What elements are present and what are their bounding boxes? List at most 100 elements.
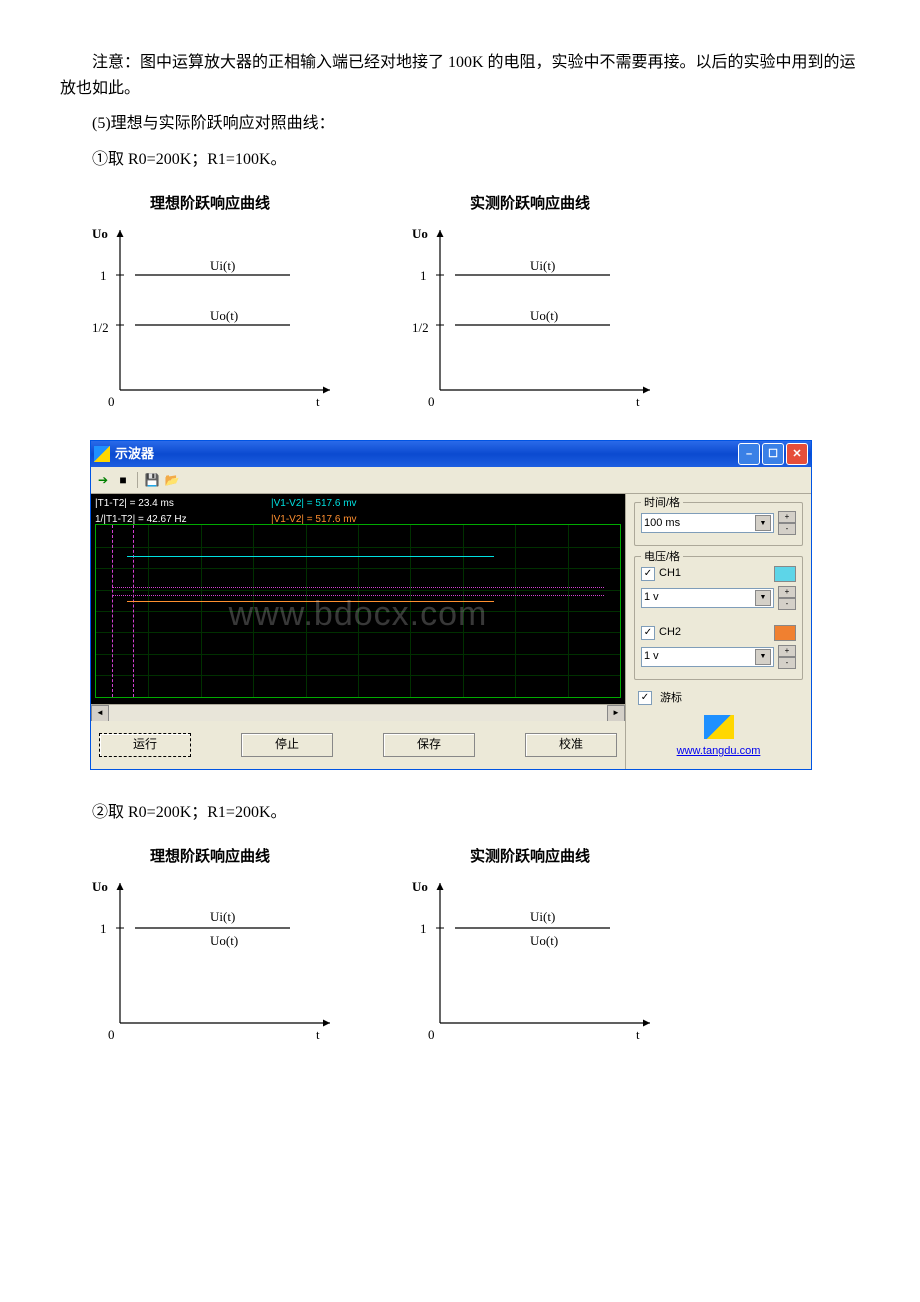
ch2-checkbox[interactable]: ✓ [641,626,655,640]
volt-label: 电压/格 [641,549,683,567]
svg-text:0: 0 [108,394,115,409]
window-titlebar[interactable]: 示波器 – ☐ ✕ [91,441,811,467]
diagram-measured-1: 实测阶跃响应曲线 Uo t 1 1/2 0 Ui(t) Uo(t) [400,192,660,410]
svg-text:1: 1 [100,268,107,283]
svg-text:1/2: 1/2 [412,320,429,335]
paragraph-note: 注意：图中运算放大器的正相输入端已经对地接了 100K 的电阻，实验中不需要再接… [60,50,860,101]
stop-button[interactable]: 停止 [241,733,333,757]
svg-text:t: t [636,1027,640,1042]
svg-text:Uo: Uo [92,226,108,241]
app-icon [94,446,110,462]
action-buttons: 运行 停止 保存 校准 [91,721,625,769]
scope-display: |T1-T2| = 23.4 ms 1/|T1-T2| = 42.67 Hz |… [91,494,625,703]
diagram-ideal-1: 理想阶跃响应曲线 Uo t 1 1/2 0 Ui(t) Uo(t) [80,192,340,410]
paragraph-section: (5)理想与实际阶跃响应对照曲线： [60,111,860,137]
maximize-button[interactable]: ☐ [762,443,784,465]
ch2-up-button[interactable]: + [778,645,796,657]
diagram-title: 理想阶跃响应曲线 [150,192,270,216]
svg-text:t: t [636,394,640,409]
diagram-title: 实测阶跃响应曲线 [470,192,590,216]
ch2-color-swatch[interactable] [774,625,796,641]
stop-icon[interactable]: ■ [115,472,131,488]
svg-text:0: 0 [108,1027,115,1042]
svg-text:1: 1 [100,921,107,936]
chevron-down-icon[interactable]: ▼ [755,590,771,606]
svg-text:Uo(t): Uo(t) [210,308,238,323]
cursor-v2[interactable] [112,595,605,596]
ch1-label: CH1 [659,565,681,583]
diagram-title: 实测阶跃响应曲线 [470,845,590,869]
volt-per-div-group: 电压/格 ✓ CH1 1 v ▼ + - [634,556,803,679]
ch1-down-button[interactable]: - [778,598,796,610]
close-button[interactable]: ✕ [786,443,808,465]
ch1-checkbox[interactable]: ✓ [641,567,655,581]
ch1-volt-select[interactable]: 1 v ▼ [641,588,774,608]
svg-text:Uo: Uo [412,879,428,894]
step-response-svg: Uo t 1 1/2 0 Ui(t) Uo(t) [80,220,340,410]
toolbar: ➔ ■ 💾 📂 [91,467,811,494]
svg-text:Ui(t): Ui(t) [530,909,555,924]
step-response-svg: Uo t 1 1/2 0 Ui(t) Uo(t) [400,220,660,410]
oscilloscope-window: 示波器 – ☐ ✕ ➔ ■ 💾 📂 |T1-T2| = 23.4 ms 1/|T… [90,440,812,769]
save-button[interactable]: 保存 [383,733,475,757]
svg-text:Uo(t): Uo(t) [210,933,238,948]
svg-text:Ui(t): Ui(t) [530,258,555,273]
diagram-measured-2: 实测阶跃响应曲线 Uo t 1 0 Ui(t) Uo(t) [400,845,660,1043]
svg-text:t: t [316,394,320,409]
chevron-down-icon[interactable]: ▼ [755,515,771,531]
time-up-button[interactable]: + [778,511,796,523]
ch2-volt-select[interactable]: 1 v ▼ [641,647,774,667]
arrow-right-icon[interactable]: ➔ [95,472,111,488]
scroll-track[interactable] [109,705,607,721]
svg-text:Uo: Uo [92,879,108,894]
svg-text:t: t [316,1027,320,1042]
svg-text:1: 1 [420,921,427,936]
separator [137,472,138,488]
oscilloscope-body: |T1-T2| = 23.4 ms 1/|T1-T2| = 42.67 Hz |… [91,494,811,768]
time-per-div-group: 时间/格 100 ms ▼ + - [634,502,803,546]
calibrate-button[interactable]: 校准 [525,733,617,757]
cursor-t2[interactable] [133,525,134,696]
ch1-color-swatch[interactable] [774,566,796,582]
svg-text:0: 0 [428,394,435,409]
vendor-logo-icon [704,715,734,739]
chevron-down-icon[interactable]: ▼ [755,649,771,665]
svg-text:1: 1 [420,268,427,283]
svg-text:1/2: 1/2 [92,320,109,335]
svg-text:Ui(t): Ui(t) [210,909,235,924]
diagram-ideal-2: 理想阶跃响应曲线 Uo t 1 0 Ui(t) Uo(t) [80,845,340,1043]
step-response-svg: Uo t 1 0 Ui(t) Uo(t) [80,873,340,1043]
scope-grid [95,524,621,697]
ch2-label: CH2 [659,624,681,642]
paragraph-case1: ①取 R0=200K；R1=100K。 [60,147,860,173]
trace-ch1 [127,556,494,557]
svg-text:Uo(t): Uo(t) [530,933,558,948]
cursor-label: 游标 [660,690,682,708]
horizontal-scrollbar[interactable]: ◄ ► [91,704,625,721]
svg-text:Uo(t): Uo(t) [530,308,558,323]
diagram-pair-1: 理想阶跃响应曲线 Uo t 1 1/2 0 Ui(t) Uo(t) 实测阶跃响应… [80,192,860,410]
ch1-up-button[interactable]: + [778,586,796,598]
step-response-svg: Uo t 1 0 Ui(t) Uo(t) [400,873,660,1043]
cursor-checkbox[interactable]: ✓ [638,691,652,705]
paragraph-case2: ②取 R0=200K；R1=200K。 [60,800,860,826]
cursor-t1[interactable] [112,525,113,696]
trace-ch2 [127,601,494,602]
svg-text:0: 0 [428,1027,435,1042]
svg-text:Ui(t): Ui(t) [210,258,235,273]
time-down-button[interactable]: - [778,523,796,535]
time-label: 时间/格 [641,495,683,513]
time-select[interactable]: 100 ms ▼ [641,513,774,533]
diagram-title: 理想阶跃响应曲线 [150,845,270,869]
window-title: 示波器 [115,444,738,465]
svg-text:Uo: Uo [412,226,428,241]
diagram-pair-2: 理想阶跃响应曲线 Uo t 1 0 Ui(t) Uo(t) 实测阶跃响应曲线 U… [80,845,860,1043]
cursor-v1[interactable] [112,587,605,588]
save-icon[interactable]: 💾 [144,472,160,488]
side-panel: 时间/格 100 ms ▼ + - 电压/格 ✓ CH1 [625,494,811,768]
ch2-down-button[interactable]: - [778,657,796,669]
minimize-button[interactable]: – [738,443,760,465]
vendor-link[interactable]: www.tangdu.com [634,743,803,761]
run-button[interactable]: 运行 [99,733,191,757]
open-icon[interactable]: 📂 [164,472,180,488]
